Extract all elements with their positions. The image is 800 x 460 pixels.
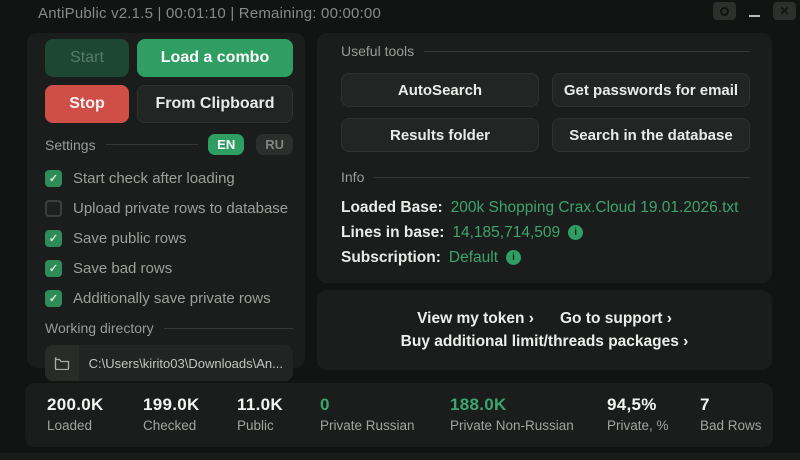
stop-button[interactable]: Stop (45, 85, 129, 123)
stat-bad-rows: 7 Bad Rows (700, 395, 762, 433)
get-passwords-button[interactable]: Get passwords for email (552, 73, 750, 107)
start-button[interactable]: Start (45, 39, 129, 77)
tools-grid: AutoSearch Get passwords for email Resul… (341, 73, 750, 152)
subscription-value: Default (448, 248, 499, 266)
window-bottom-edge (0, 453, 800, 460)
checkbox-label: Save public rows (73, 229, 187, 247)
checkbox-label: Additionally save private rows (73, 289, 271, 307)
stat-private-russian: 0 Private Russian (320, 395, 415, 433)
subscription-row: Subscription: Default i (341, 245, 750, 270)
subscription-label: Subscription: (341, 248, 441, 266)
divider (374, 176, 750, 178)
load-combo-button[interactable]: Load a combo (137, 39, 293, 77)
view-token-link[interactable]: View my token › (417, 310, 534, 328)
lines-in-base-value: 14,185,714,509 (452, 223, 561, 241)
stat-label: Private, % (607, 418, 669, 433)
search-database-button[interactable]: Search in the database (552, 118, 750, 152)
checkbox-icon[interactable] (45, 169, 62, 187)
checkbox-icon[interactable] (45, 229, 62, 247)
checkbox-start-check-after-loading[interactable]: Start check after loading (45, 163, 293, 193)
from-clipboard-button[interactable]: From Clipboard (137, 85, 293, 123)
info-label: Info (341, 169, 365, 185)
stat-label: Checked (143, 418, 197, 433)
lines-in-base-label: Lines in base: (341, 223, 445, 241)
working-directory-label: Working directory (45, 320, 154, 336)
info-icon[interactable]: i (568, 225, 584, 240)
stat-label: Bad Rows (700, 418, 762, 433)
titlebar: AntiPublic v2.1.5 | 00:01:10 | Remaining… (0, 0, 800, 26)
links-line-1: View my token › Go to support › (417, 310, 672, 328)
stat-private-percent: 94,5% Private, % (607, 395, 669, 433)
loaded-base-label: Loaded Base: (341, 198, 443, 216)
checkbox-label: Save bad rows (73, 259, 173, 277)
checkbox-icon[interactable] (45, 259, 62, 277)
stats-bar: 200.0K Loaded 199.0K Checked 11.0K Publi… (25, 383, 773, 447)
settings-checkbox-list: Start check after loading Upload private… (45, 163, 293, 313)
window-title: AntiPublic v2.1.5 | 00:01:10 | Remaining… (38, 4, 382, 22)
stat-value: 94,5% (607, 395, 657, 414)
links-panel: View my token › Go to support › Buy addi… (317, 290, 772, 370)
window-controls: ✕ (713, 2, 796, 20)
stat-loaded: 200.0K Loaded (47, 395, 104, 433)
links-line-2: Buy additional limit/threads packages › (401, 333, 689, 351)
checkbox-save-public-rows[interactable]: Save public rows (45, 223, 293, 253)
autosearch-button[interactable]: AutoSearch (341, 73, 539, 107)
close-button[interactable]: ✕ (773, 2, 796, 20)
stat-value: 188.0K (450, 395, 507, 414)
circle-icon (720, 6, 729, 16)
minimize-icon (749, 14, 760, 17)
checkbox-label: Start check after loading (73, 169, 235, 187)
checkbox-icon[interactable] (45, 199, 62, 217)
close-icon: ✕ (779, 4, 790, 18)
divider (105, 144, 199, 145)
control-panel: Start Load a combo Stop From Clipboard S… (27, 33, 305, 381)
stat-value: 7 (700, 395, 710, 414)
stat-value: 0 (320, 395, 330, 414)
info-icon[interactable]: i (506, 250, 522, 265)
folder-icon-box (45, 345, 79, 381)
settings-header: Settings EN RU (45, 134, 293, 155)
language-ru-toggle[interactable]: RU (256, 134, 293, 155)
stat-value: 11.0K (237, 395, 283, 414)
checkbox-label: Upload private rows to database (73, 199, 289, 217)
useful-tools-header: Useful tools (341, 43, 750, 59)
info-header: Info (341, 169, 750, 185)
lines-in-base-row: Lines in base: 14,185,714,509 i (341, 220, 750, 245)
support-link[interactable]: Go to support › (560, 310, 672, 328)
info-rows: Loaded Base: 200k Shopping Crax.Cloud 19… (341, 195, 750, 270)
stat-public: 11.0K Public (237, 395, 283, 433)
tools-info-panel: Useful tools AutoSearch Get passwords fo… (317, 33, 772, 283)
folder-icon (54, 356, 69, 370)
app-window: { "titlebar": { "title": "AntiPublic v2.… (0, 0, 800, 460)
divider (424, 50, 750, 52)
checkbox-additionally-save-private-rows[interactable]: Additionally save private rows (45, 283, 293, 313)
checkbox-upload-private-rows[interactable]: Upload private rows to database (45, 193, 293, 223)
circle-button[interactable] (713, 2, 736, 20)
stat-label: Public (237, 418, 274, 433)
stat-private-non-russian: 188.0K Private Non-Russian (450, 395, 574, 433)
loaded-base-row: Loaded Base: 200k Shopping Crax.Cloud 19… (341, 195, 750, 220)
divider (163, 327, 293, 329)
stat-label: Loaded (47, 418, 93, 433)
loaded-base-value: 200k Shopping Crax.Cloud 19.01.2026.txt (450, 198, 739, 216)
useful-tools-label: Useful tools (341, 43, 415, 59)
settings-label: Settings (45, 136, 96, 153)
stat-value: 200.0K (47, 395, 104, 414)
stat-label: Private Russian (320, 418, 415, 433)
working-directory-header: Working directory (45, 320, 293, 336)
stat-checked: 199.0K Checked (143, 395, 200, 433)
minimize-button[interactable] (743, 2, 766, 20)
stat-value: 199.0K (143, 395, 200, 414)
checkbox-save-bad-rows[interactable]: Save bad rows (45, 253, 293, 283)
language-en-toggle[interactable]: EN (208, 134, 245, 155)
checkbox-icon[interactable] (45, 289, 62, 307)
buy-packages-link[interactable]: Buy additional limit/threads packages › (401, 333, 689, 351)
results-folder-button[interactable]: Results folder (341, 118, 539, 152)
working-directory-input[interactable]: C:\Users\kirito03\Downloads\An... (45, 345, 293, 381)
working-directory-path: C:\Users\kirito03\Downloads\An... (88, 355, 283, 371)
stat-label: Private Non-Russian (450, 418, 574, 433)
